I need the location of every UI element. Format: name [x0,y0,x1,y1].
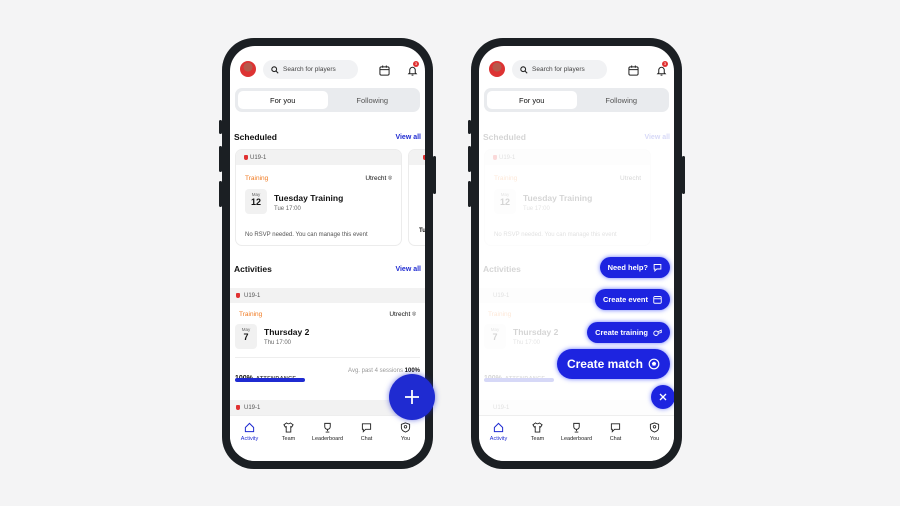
tab-following[interactable]: Following [328,91,418,109]
event-title: Thursday 2 [264,327,310,337]
event-location: Utrecht ⌾ [365,175,392,182]
calendar-icon [378,64,390,76]
create-match-button[interactable]: Create match [556,349,670,379]
tab-for-you[interactable]: For you [238,91,328,109]
tab-chat[interactable]: Chat [349,422,385,461]
tab-following[interactable]: Following [577,91,667,109]
tab-activity[interactable]: Activity [232,422,268,461]
need-help-button[interactable]: Need help? [599,257,670,278]
close-fab-button[interactable] [651,385,674,409]
phone-right: Search for players 3 For you Following S… [468,38,685,469]
notifications-button[interactable]: 3 [402,60,422,80]
view-all-link[interactable]: View all [395,266,421,273]
close-icon [659,393,667,401]
plus-icon [405,390,419,404]
activities-header: Activities View all [234,262,421,276]
date-day: 12 [250,197,261,207]
tab-for-you[interactable]: For you [487,91,577,109]
phone-left: Search for players 3 For you Following S… [219,38,436,469]
event-type: Training [245,175,269,182]
team-name: U19-1 [244,292,261,299]
search-icon [520,65,528,74]
avatar[interactable] [240,61,256,77]
calendar-button[interactable] [623,60,643,80]
shirt-icon [532,422,543,433]
tab-you[interactable]: You [637,422,673,461]
view-all-link[interactable]: View all [395,134,421,141]
home-icon [493,422,504,433]
tab-leaderboard[interactable]: Leaderboard [559,422,595,461]
date-badge: May 12 [245,189,267,214]
team-name: U19-1 [244,404,261,411]
section-title: Scheduled [234,132,277,142]
tab-you[interactable]: You [388,422,424,461]
shield-user-icon [400,422,411,433]
team-badge-icon [236,293,240,298]
team-badge-icon [236,405,240,410]
team-name: U19-1 [250,154,267,161]
top-bar: Search for players 3 [240,60,419,80]
calendar-icon [653,296,662,304]
avatar[interactable] [489,61,505,77]
tab-team[interactable]: Team [271,422,307,461]
shirt-icon [283,422,294,433]
ball-icon [648,358,660,370]
event-title: Tuesday Training [274,193,344,203]
trophy-icon [324,422,331,433]
top-bar: Search for players 3 [489,60,668,80]
create-event-button[interactable]: Create event [594,289,670,310]
add-fab-button[interactable] [389,374,435,420]
search-placeholder: Search for players [532,66,585,73]
chat-bubble-icon [653,264,662,272]
event-type: Training [239,311,263,318]
calendar-icon [627,64,639,76]
notifications-button[interactable]: 3 [651,60,671,80]
divider [235,357,420,358]
whistle-icon [653,329,662,336]
scheduled-header: Scheduled View all [234,130,421,144]
tab-team[interactable]: Team [520,422,556,461]
search-icon [271,65,279,74]
location-pin-icon: ⌾ [388,175,392,182]
chat-bubble-icon [361,423,372,433]
feed-toggle: For you Following [235,88,420,112]
calendar-button[interactable] [374,60,394,80]
rsvp-note: No RSVP needed. You can manage this even… [245,232,368,238]
app-screen: Search for players 3 For you Following S… [479,46,674,461]
date-badge: May 7 [235,324,257,349]
notification-badge: 3 [662,61,668,67]
location-pin-icon: ⌾ [412,311,416,318]
search-input[interactable]: Search for players [263,60,358,79]
shield-user-icon [649,422,660,433]
card-team-header: U19-1 [236,150,401,165]
feed-toggle: For you Following [484,88,669,112]
tab-chat[interactable]: Chat [598,422,634,461]
activity-item[interactable]: Training Utrecht ⌾ [239,311,416,319]
tab-leaderboard[interactable]: Leaderboard [310,422,346,461]
chat-bubble-icon [610,423,621,433]
scheduled-event-card[interactable]: U19-1 Training Utrecht ⌾ May 12 Tuesday … [235,149,402,246]
tab-activity[interactable]: Activity [481,422,517,461]
create-training-button[interactable]: Create training [587,322,670,343]
section-title: Activities [234,264,272,274]
team-badge-icon [423,155,425,160]
bottom-nav: Activity Team Leaderboard Chat You [479,415,674,461]
bottom-nav: Activity Team Leaderboard Chat You [230,415,425,461]
search-input[interactable]: Search for players [512,60,607,79]
scheduled-event-card-next[interactable]: Tu [408,149,425,246]
trophy-icon [573,422,580,433]
date-day: 7 [243,332,249,342]
team-badge-icon [244,155,248,160]
event-title-peek: Tu [419,228,425,234]
event-location: Utrecht ⌾ [389,311,416,318]
event-time: Thu 17:00 [264,340,292,346]
event-time: Tue 17:00 [274,206,301,212]
home-icon [244,422,255,433]
activity-team-header: U19-1 [230,288,425,303]
notification-badge: 3 [413,61,419,67]
search-placeholder: Search for players [283,66,336,73]
attendance-bar [235,378,305,382]
